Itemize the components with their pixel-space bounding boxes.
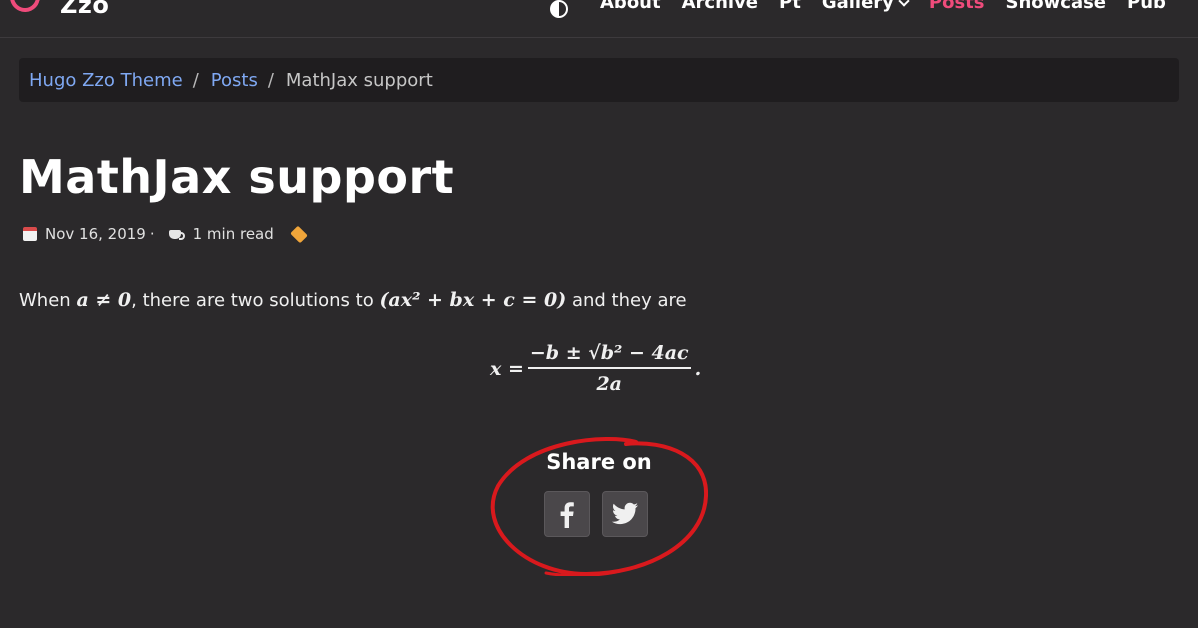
display-equation: x = −b ± √b² − 4ac 2a . — [490, 342, 701, 395]
calendar-icon — [23, 227, 37, 241]
breadcrumb-separator: / — [192, 69, 199, 91]
share-title: Share on — [546, 450, 652, 474]
brand-name[interactable]: Zzo — [60, 0, 109, 19]
equation-period: . — [694, 357, 702, 380]
chevron-down-icon — [898, 0, 910, 7]
text-when: When — [19, 290, 71, 311]
tag-icon[interactable] — [289, 225, 308, 243]
share-buttons — [544, 491, 648, 537]
nav-item-pub[interactable]: Pub — [1127, 0, 1166, 13]
nav-item-showcase[interactable]: Showcase — [1006, 0, 1107, 13]
equation-denominator: 2a — [596, 373, 622, 395]
theme-toggle-icon[interactable] — [550, 0, 568, 18]
twitter-share-button[interactable] — [602, 491, 648, 537]
page-title: MathJax support — [19, 150, 455, 204]
breadcrumb: Hugo Zzo Theme / Posts / MathJax support — [19, 58, 1179, 102]
nav-item-about[interactable]: About — [600, 0, 661, 13]
nav-item-gallery[interactable]: Gallery — [821, 0, 910, 13]
read-time: 1 min read — [192, 225, 274, 243]
post-meta: Nov 16, 2019 · 1 min read — [23, 225, 308, 243]
post-date: Nov 16, 2019 — [45, 225, 146, 243]
nav-item-gallery-label: Gallery — [821, 0, 894, 13]
inline-math-condition: a ≠ 0 — [76, 289, 132, 311]
meta-separator: · — [149, 225, 155, 243]
nav-item-pt[interactable]: Pt — [779, 0, 801, 13]
equation-lhs: x = — [490, 357, 524, 380]
equation-numerator: −b ± √b² − 4ac — [529, 342, 689, 364]
nav-item-posts[interactable]: Posts — [929, 0, 985, 13]
top-navbar: Zzo About Archive Pt Gallery Posts Showc… — [0, 0, 1198, 38]
facebook-icon — [560, 502, 574, 528]
facebook-share-button[interactable] — [544, 491, 590, 537]
coffee-icon — [168, 228, 185, 240]
equation-fraction: −b ± √b² − 4ac 2a — [527, 342, 691, 395]
post-paragraph: When a ≠ 0, there are two solutions to (… — [19, 289, 687, 311]
breadcrumb-home-link[interactable]: Hugo Zzo Theme — [29, 70, 183, 91]
text-and-they-are: and they are — [571, 290, 687, 311]
breadcrumb-current: MathJax support — [285, 69, 433, 91]
breadcrumb-separator: / — [267, 69, 274, 91]
twitter-icon — [611, 502, 638, 525]
logo-icon[interactable] — [5, 0, 45, 17]
nav-item-archive[interactable]: Archive — [682, 0, 758, 13]
nav-menu: About Archive Pt Gallery Posts Showcase … — [600, 0, 1187, 13]
breadcrumb-posts-link[interactable]: Posts — [211, 70, 258, 91]
inline-math-equation: (ax² + bx + c = 0) — [379, 289, 567, 311]
text-there-are: , there are two solutions to — [131, 290, 374, 311]
